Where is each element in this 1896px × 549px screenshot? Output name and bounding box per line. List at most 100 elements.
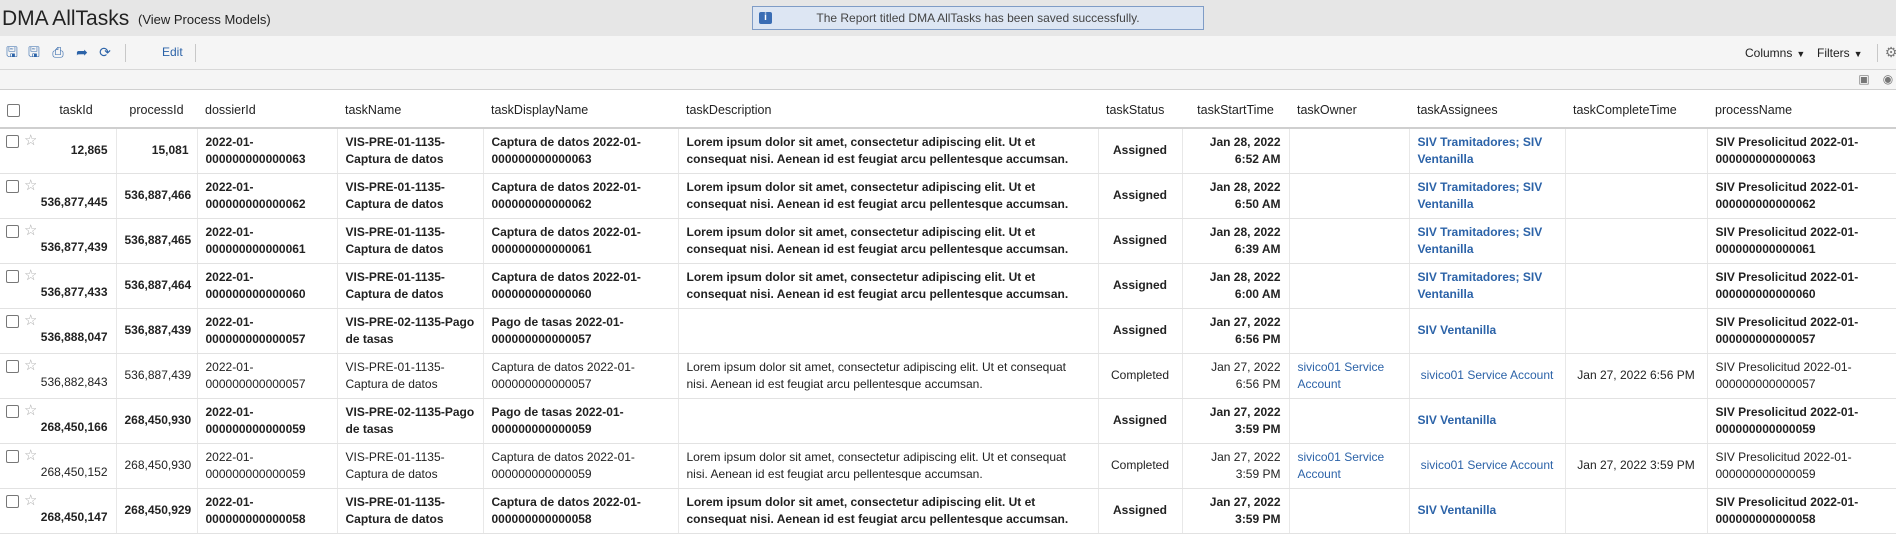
column-header[interactable]: taskDescription xyxy=(678,92,1098,129)
row-checkbox[interactable] xyxy=(6,314,19,328)
table-row[interactable]: ☆ 536,888,047 536,887,4392022-01-000000000… xyxy=(0,308,1896,354)
task-id-cell: 536,877,445 xyxy=(36,173,117,219)
task-start-time-cell: Jan 27, 2022 6:56 PM xyxy=(1182,353,1290,399)
column-header[interactable]: taskDisplayName xyxy=(483,92,678,129)
task-owner-cell[interactable] xyxy=(1289,173,1410,219)
task-owner-cell[interactable] xyxy=(1289,128,1410,174)
task-complete-time-cell xyxy=(1565,398,1708,444)
column-header[interactable]: taskAssignees xyxy=(1409,92,1565,129)
star-icon[interactable]: ☆ xyxy=(24,402,36,419)
toolbar: 🖫 🖫 ⎙ ➦ ⟳ Edit Columns ▼ Filters ▼ ⚙ xyxy=(0,36,1896,70)
task-status-cell: Assigned xyxy=(1098,398,1183,444)
select-all-checkbox[interactable] xyxy=(7,103,20,117)
row-checkbox[interactable] xyxy=(6,224,19,238)
save-notification-text: The Report titled DMA AllTasks has been … xyxy=(816,11,1140,25)
task-status-cell: Assigned xyxy=(1098,488,1183,534)
process-id-cell: 536,887,465 xyxy=(116,218,198,264)
star-icon[interactable]: ☆ xyxy=(24,132,36,149)
preview-icon[interactable]: ◉ xyxy=(1880,72,1896,86)
table-row[interactable]: ☆ 268,450,152 268,450,9302022-01-000000000… xyxy=(0,443,1896,489)
page-title: DMA AllTasks xyxy=(2,7,130,30)
view-process-models-link[interactable]: (View Process Models) xyxy=(138,12,271,27)
refresh-icon[interactable]: ⟳ xyxy=(97,44,113,60)
task-id-cell: 536,888,047 xyxy=(36,308,117,354)
task-id-value: 536,877,439 xyxy=(40,240,108,254)
task-owner-cell[interactable] xyxy=(1289,263,1410,309)
column-header[interactable]: taskId xyxy=(36,92,116,129)
star-icon[interactable]: ☆ xyxy=(24,357,36,374)
print-icon[interactable]: ⎙ xyxy=(50,44,66,60)
column-header[interactable]: dossierId xyxy=(197,92,337,129)
chart-view-icon[interactable]: ▣ xyxy=(1856,72,1872,86)
column-header[interactable]: taskOwner xyxy=(1289,92,1409,129)
star-icon[interactable]: ☆ xyxy=(24,492,36,509)
column-header[interactable]: taskStatus xyxy=(1098,92,1182,129)
row-checkbox[interactable] xyxy=(6,359,19,373)
save-notification: i The Report titled DMA AllTasks has bee… xyxy=(752,6,1204,30)
task-owner-cell[interactable] xyxy=(1289,488,1410,534)
process-id-cell: 536,887,439 xyxy=(116,308,198,354)
task-owner-cell[interactable]: sivico01 Service Account xyxy=(1289,443,1410,489)
header-bar: DMA AllTasks (View Process Models) i The… xyxy=(0,0,1896,36)
task-assignees-cell[interactable]: SIV Ventanilla xyxy=(1409,308,1566,354)
star-icon[interactable]: ☆ xyxy=(24,267,36,284)
table-row[interactable]: ☆ 536,877,445 536,887,4662022-01-000000000… xyxy=(0,173,1896,219)
table-row[interactable]: ☆ 536,877,433 536,887,4642022-01-000000000… xyxy=(0,263,1896,309)
row-checkbox[interactable] xyxy=(6,449,19,463)
task-id-value: 536,888,047 xyxy=(40,330,108,344)
row-select-cell: ☆ xyxy=(0,173,36,219)
columns-label: Columns xyxy=(1745,46,1793,60)
task-complete-time-cell xyxy=(1565,488,1708,534)
task-assignees-cell[interactable]: sivico01 Service Account xyxy=(1409,353,1566,399)
table-row[interactable]: ☆ 268,450,147 268,450,9292022-01-000000000… xyxy=(0,488,1896,534)
task-display-name-cell: Captura de datos 2022-01-000000000000057 xyxy=(483,353,679,399)
row-checkbox[interactable] xyxy=(6,269,19,283)
table-row[interactable]: ☆ 268,450,166 268,450,9302022-01-000000000… xyxy=(0,398,1896,444)
task-assignees-cell[interactable]: SIV Ventanilla xyxy=(1409,488,1566,534)
column-header[interactable]: processName xyxy=(1707,92,1896,129)
task-name-cell: VIS-PRE-01-1135-Captura de datos xyxy=(337,218,484,264)
task-owner-cell[interactable] xyxy=(1289,218,1410,264)
task-description-cell: Lorem ipsum dolor sit amet, consectetur … xyxy=(678,263,1099,309)
task-owner-cell[interactable]: sivico01 Service Account xyxy=(1289,353,1410,399)
row-checkbox[interactable] xyxy=(6,494,19,508)
star-icon[interactable]: ☆ xyxy=(24,312,36,329)
task-assignees-cell[interactable]: sivico01 Service Account xyxy=(1409,443,1566,489)
row-checkbox[interactable] xyxy=(6,179,19,193)
filters-dropdown[interactable]: Filters ▼ xyxy=(1817,46,1863,60)
column-header[interactable]: taskStartTime xyxy=(1182,92,1289,129)
column-header[interactable]: taskName xyxy=(337,92,483,129)
star-icon[interactable]: ☆ xyxy=(24,177,36,194)
row-select-cell: ☆ xyxy=(0,218,36,264)
task-assignees-cell[interactable]: SIV Tramitadores; SIV Ventanilla xyxy=(1409,173,1566,219)
save-as-icon[interactable]: 🖫 xyxy=(26,44,42,60)
row-checkbox[interactable] xyxy=(6,404,19,418)
task-start-time-cell: Jan 27, 2022 6:56 PM xyxy=(1182,308,1290,354)
dossier-id-cell: 2022-01-000000000000057 xyxy=(197,308,338,354)
columns-dropdown[interactable]: Columns ▼ xyxy=(1745,46,1805,60)
task-assignees-cell[interactable]: SIV Tramitadores; SIV Ventanilla xyxy=(1409,218,1566,264)
save-icon[interactable]: 🖫 xyxy=(4,44,20,60)
table-row[interactable]: ☆ 536,877,439 536,887,4652022-01-000000000… xyxy=(0,218,1896,264)
process-name-cell: SIV Presolicitud 2022-01-000000000000060 xyxy=(1707,263,1896,309)
export-icon[interactable]: ➦ xyxy=(74,44,90,60)
task-name-cell: VIS-PRE-01-1135-Captura de datos xyxy=(337,443,484,489)
task-id-cell: 536,877,439 xyxy=(36,218,117,264)
task-display-name-cell: Captura de datos 2022-01-000000000000061 xyxy=(483,218,679,264)
task-assignees-cell[interactable]: SIV Tramitadores; SIV Ventanilla xyxy=(1409,263,1566,309)
table-row[interactable]: ☆ 536,882,843 536,887,4392022-01-000000000… xyxy=(0,353,1896,399)
star-icon[interactable]: ☆ xyxy=(24,447,36,464)
table-row[interactable]: ☆ 12,865 15,0812022-01-000000000000063VIS-… xyxy=(0,128,1896,174)
chevron-down-icon: ▼ xyxy=(1853,49,1863,59)
star-icon[interactable]: ☆ xyxy=(24,222,36,239)
edit-button[interactable]: Edit xyxy=(162,45,183,59)
column-header[interactable]: processId xyxy=(116,92,197,129)
row-checkbox[interactable] xyxy=(6,135,19,148)
settings-icon[interactable]: ⚙ xyxy=(1883,44,1896,60)
column-header[interactable]: taskCompleteTime xyxy=(1565,92,1707,129)
task-assignees-cell[interactable]: SIV Ventanilla xyxy=(1409,398,1566,444)
task-owner-cell[interactable] xyxy=(1289,308,1410,354)
task-status-cell: Assigned xyxy=(1098,218,1183,264)
task-owner-cell[interactable] xyxy=(1289,398,1410,444)
task-assignees-cell[interactable]: SIV Tramitadores; SIV Ventanilla xyxy=(1409,128,1566,174)
